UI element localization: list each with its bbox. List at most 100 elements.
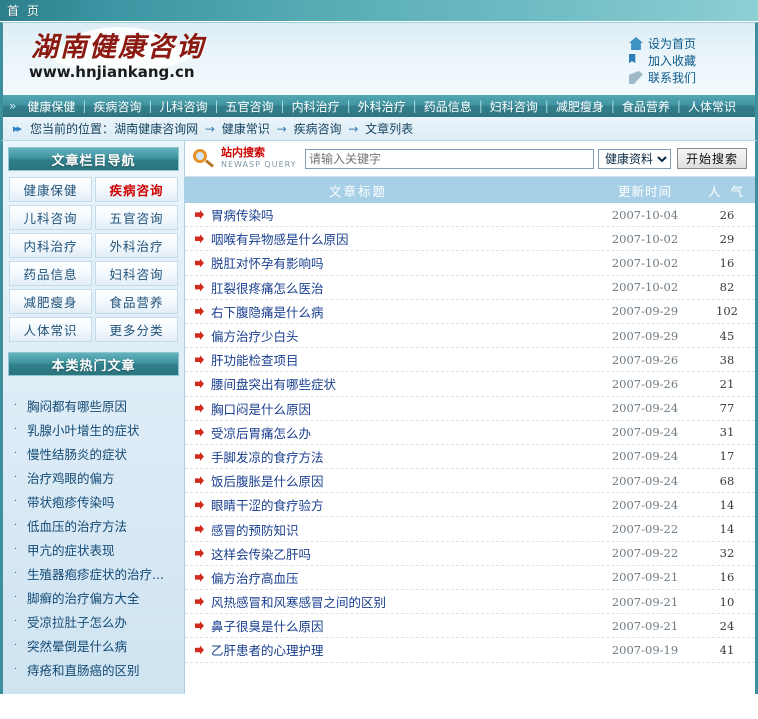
arrow-bullet-icon (195, 524, 204, 534)
article-hits: 68 (719, 473, 735, 488)
article-title-link[interactable]: 腰间盘突出有哪些症状 (185, 374, 591, 393)
nav-item-2[interactable]: 儿科咨询 (152, 98, 214, 115)
hot-article-item[interactable]: · 带状疱疹传染吗 (14, 489, 175, 513)
nav-item-9[interactable]: 食品营养 (615, 98, 677, 115)
article-title-link[interactable]: 受凉后胃痛怎么办 (185, 423, 591, 442)
logo-chinese-text: 湖南健康咨询 (31, 32, 205, 63)
hot-article-label: 突然晕倒是什么病 (27, 638, 128, 654)
category-cell-0[interactable]: 健康保健 (9, 177, 92, 202)
search-scope-select[interactable]: 健康资料 (597, 148, 671, 169)
search-caption: 站内搜索 NEWASP QUERY (221, 147, 299, 170)
hot-article-item[interactable]: · 慢性结肠炎的症状 (14, 441, 175, 465)
article-title-link[interactable]: 乙肝患者的心理护理 (185, 640, 591, 659)
article-title-label: 鼻子很臭是什么原因 (211, 619, 324, 635)
main-nav: » 健康保健 | 疾病咨询 | 儿科咨询 | 五官咨询 | 内科治疗 | 外科治疗 | 药品信息 | 妇科咨… (0, 95, 758, 117)
article-title-link[interactable]: 偏方治疗高血压 (185, 568, 591, 587)
article-title-link[interactable]: 偏方治疗少白头 (185, 326, 591, 345)
arrow-bullet-icon (195, 331, 204, 341)
hot-article-item[interactable]: · 受凉拉肚子怎么办 (14, 609, 175, 633)
category-cell-9[interactable]: 食品营养 (95, 289, 178, 314)
search-input[interactable] (305, 148, 594, 169)
column-header-date: 更新时间 (617, 183, 672, 199)
tab-home[interactable]: 首 页 (7, 2, 41, 19)
arrow-bullet-icon (195, 597, 204, 607)
category-cell-11[interactable]: 更多分类 (95, 317, 178, 342)
site-search-bar: 站内搜索 NEWASP QUERY 健康资料 开始搜索 (185, 141, 755, 177)
table-row: 风热感冒和风寒感冒之间的区别 2007-09-21 10 (185, 590, 755, 615)
nav-item-8[interactable]: 减肥瘦身 (549, 98, 611, 115)
search-icon (191, 147, 217, 171)
arrow-bullet-icon (195, 306, 204, 316)
nav-item-4[interactable]: 内科治疗 (285, 98, 347, 115)
article-title-link[interactable]: 右下腹隐痛是什么病 (185, 302, 591, 321)
article-title-link[interactable]: 脱肛对怀孕有影响吗 (185, 253, 591, 272)
hot-article-item[interactable]: · 脚癣的治疗偏方大全 (14, 585, 175, 609)
hot-article-item[interactable]: · 乳腺小叶增生的症状 (14, 417, 175, 441)
article-title-link[interactable]: 胃病传染吗 (185, 205, 591, 224)
article-title-link[interactable]: 这样会传染乙肝吗 (185, 544, 591, 563)
breadcrumb-item-0[interactable]: 湖南健康咨询网 (114, 122, 198, 136)
article-title-link[interactable]: 手脚发凉的食疗方法 (185, 447, 591, 466)
set-homepage-link[interactable]: 设为首页 (629, 35, 741, 52)
article-title-link[interactable]: 鼻子很臭是什么原因 (185, 616, 591, 635)
category-cell-3[interactable]: 五官咨询 (95, 205, 178, 230)
table-row: 肝功能检查项目 2007-09-26 38 (185, 348, 755, 373)
search-button[interactable]: 开始搜索 (676, 148, 747, 169)
article-title-link[interactable]: 眼睛干涩的食疗验方 (185, 495, 591, 514)
category-cell-5[interactable]: 外科治疗 (95, 233, 178, 258)
article-title-link[interactable]: 咽喉有异物感是什么原因 (185, 229, 591, 248)
category-cell-8[interactable]: 减肥瘦身 (9, 289, 92, 314)
logo-url-text: www.hnjiankang.cn (29, 63, 195, 81)
table-row: 胸口闷是什么原因 2007-09-24 77 (185, 397, 755, 421)
article-date: 2007-10-02 (611, 231, 679, 246)
hot-article-item[interactable]: · 生殖器疱疹症状的治疗... (14, 561, 175, 585)
nav-item-7[interactable]: 妇科咨询 (483, 98, 545, 115)
table-row: 手脚发凉的食疗方法 2007-09-24 17 (185, 445, 755, 470)
article-date: 2007-09-24 (611, 497, 679, 512)
nav-item-6[interactable]: 药品信息 (417, 98, 479, 115)
category-cell-10[interactable]: 人体常识 (9, 317, 92, 342)
arrow-bullet-icon (195, 403, 204, 413)
hot-article-item[interactable]: · 胸闷都有哪些原因 (14, 393, 175, 417)
hot-article-label: 胸闷都有哪些原因 (27, 398, 128, 414)
hot-article-item[interactable]: · 低血压的治疗方法 (14, 513, 175, 537)
arrow-bullet-icon (195, 451, 204, 461)
nav-item-10[interactable]: 人体常识 (681, 98, 743, 115)
hot-article-label: 慢性结肠炎的症状 (27, 446, 128, 462)
article-title-link[interactable]: 肛裂很疼痛怎么医治 (185, 278, 591, 297)
hot-article-label: 乳腺小叶增生的症状 (27, 422, 140, 438)
sidebar-hot-title: 本类热门文章 (8, 352, 179, 376)
category-cell-2[interactable]: 儿科咨询 (9, 205, 92, 230)
category-cell-4[interactable]: 内科治疗 (9, 233, 92, 258)
article-date: 2007-09-19 (611, 642, 679, 657)
article-title-link[interactable]: 胸口闷是什么原因 (185, 399, 591, 418)
table-row: 鼻子很臭是什么原因 2007-09-21 24 (185, 614, 755, 639)
article-title-link[interactable]: 饭后腹胀是什么原因 (185, 471, 591, 490)
hot-article-item[interactable]: · 痔疮和直肠癌的区别 (14, 657, 175, 681)
hot-article-item[interactable]: · 突然晕倒是什么病 (14, 633, 175, 657)
article-title-link[interactable]: 风热感冒和风寒感冒之间的区别 (185, 592, 591, 611)
nav-item-1[interactable]: 疾病咨询 (86, 98, 148, 115)
bullet-icon: · (14, 399, 18, 411)
add-favorite-link[interactable]: 加入收藏 (629, 52, 741, 69)
category-cell-6[interactable]: 药品信息 (9, 261, 92, 286)
nav-item-5[interactable]: 外科治疗 (351, 98, 413, 115)
hot-article-item[interactable]: · 治疗鸡眼的偏方 (14, 465, 175, 489)
hot-article-item[interactable]: · 甲亢的症状表现 (14, 537, 175, 561)
article-date: 2007-09-21 (611, 594, 679, 609)
article-date: 2007-09-24 (611, 425, 679, 440)
breadcrumb-item-1[interactable]: 健康常识 (222, 122, 270, 136)
site-logo[interactable]: 湖南健康咨询 www.hnjiankang.cn (25, 27, 235, 91)
article-title-label: 肝功能检查项目 (211, 353, 299, 369)
category-cell-1[interactable]: 疾病咨询 (95, 177, 178, 202)
article-hits: 82 (719, 280, 735, 295)
category-cell-7[interactable]: 妇科咨询 (95, 261, 178, 286)
nav-item-0[interactable]: 健康保健 (20, 98, 82, 115)
set-homepage-label: 设为首页 (648, 37, 697, 51)
article-title-link[interactable]: 感冒的预防知识 (185, 520, 591, 539)
article-title-link[interactable]: 肝功能检查项目 (185, 350, 591, 369)
article-hits: 17 (719, 449, 735, 464)
breadcrumb-item-2[interactable]: 疾病咨询 (293, 122, 341, 136)
contact-us-link[interactable]: 联系我们 (629, 69, 741, 86)
nav-item-3[interactable]: 五官咨询 (219, 98, 281, 115)
